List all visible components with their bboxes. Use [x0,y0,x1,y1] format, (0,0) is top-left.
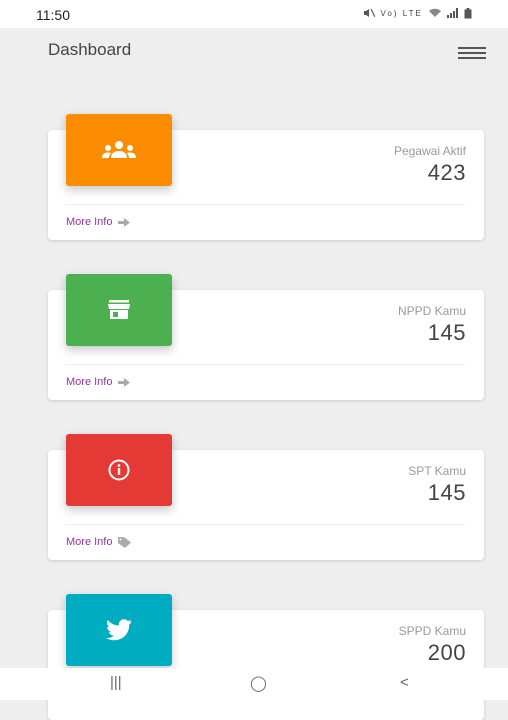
more-info-label: More Info [66,216,113,228]
more-info-label: More Info [66,536,113,548]
system-nav-bar: ||| ◯ < [0,668,508,700]
card-nppd-kamu: NPPD Kamu 145 More Info [48,274,484,400]
volte-badge: Vo) LTE [380,9,423,18]
arrow-right-icon [118,377,131,387]
card-label: SPPD Kamu [398,624,466,638]
more-info-label: More Info [66,376,113,388]
battery-icon [464,7,472,19]
twitter-icon [106,619,132,641]
store-icon [108,300,130,319]
card-icon-box [66,434,172,506]
hamburger-icon[interactable] [458,47,486,59]
card-divider [66,364,466,365]
signal-icon [446,8,458,19]
card-divider [66,204,466,205]
mute-icon [364,8,376,18]
more-info-link[interactable]: More Info [66,376,131,388]
card-sppd-kamu: SPPD Kamu 200 [48,594,484,720]
wifi-icon [428,8,441,18]
more-info-link[interactable]: More Info [66,216,131,228]
card-divider [66,524,466,525]
status-icons: Vo) LTE [363,7,472,19]
card-value: 145 [427,480,466,505]
more-info-link[interactable]: More Info [66,536,132,548]
back-button[interactable]: < [400,674,409,691]
card-pegawai-aktif: Pegawai Aktif 423 More Info [48,114,484,240]
status-bar: 11:50 Vo) LTE [0,0,508,28]
card-label: NPPD Kamu [397,304,466,318]
status-time: 11:50 [36,7,70,23]
card-spt-kamu: SPT Kamu 145 More Info [48,434,484,560]
card-value: 145 [427,320,466,345]
card-value: 200 [427,640,466,665]
card-value: 423 [427,160,466,185]
people-icon [102,141,136,158]
card-label: Pegawai Aktif [393,144,466,158]
card-icon-box [66,274,172,346]
card-label: SPT Kamu [408,464,466,478]
info-icon [108,459,130,481]
home-button[interactable]: ◯ [250,674,267,692]
app-bar: Dashboard [0,28,508,72]
arrow-right-icon [118,217,131,227]
card-icon-box [66,594,172,666]
page-title: Dashboard [48,40,132,59]
tag-icon [118,536,132,548]
card-icon-box [66,114,172,186]
recent-apps-button[interactable]: ||| [110,674,122,691]
